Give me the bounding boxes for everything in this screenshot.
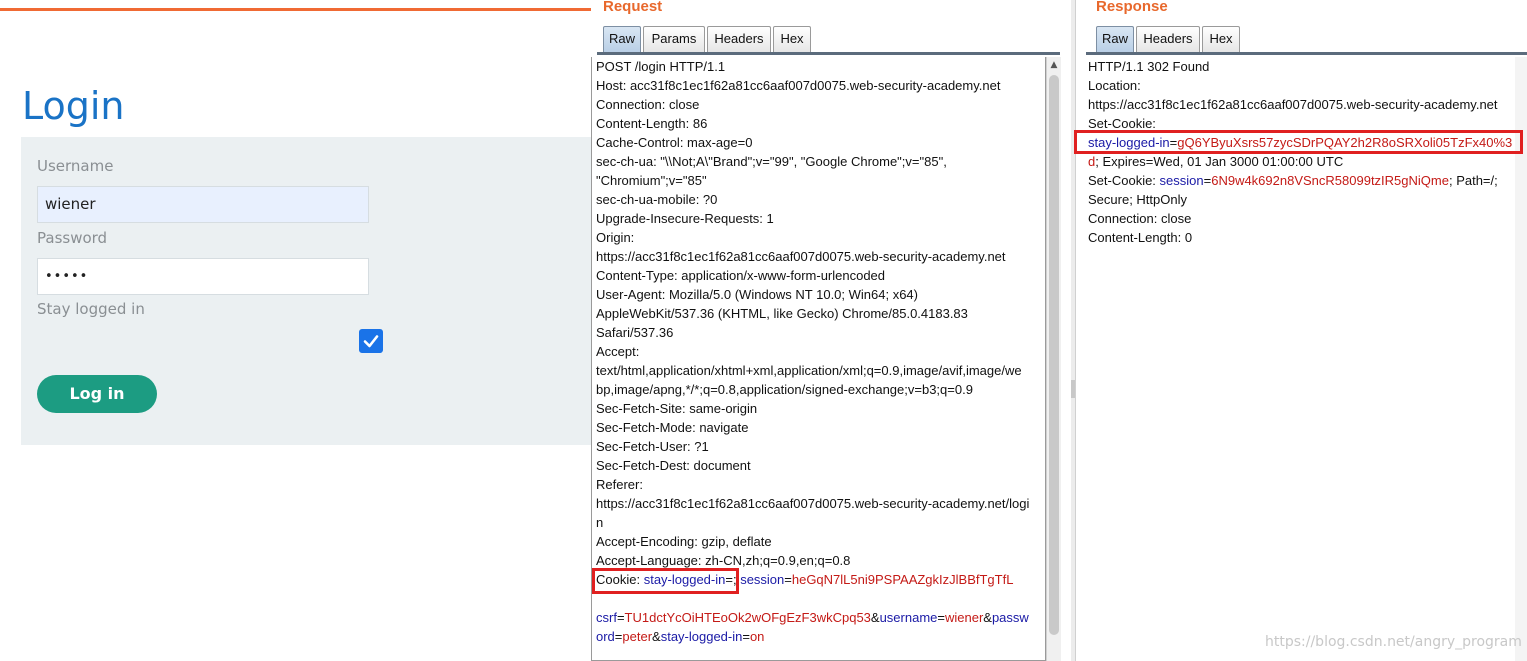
check-icon xyxy=(363,335,379,348)
request-line: https://acc31f8c1ec1f62a81cc6aaf007d0075… xyxy=(596,496,1030,511)
response-title: Response xyxy=(1096,0,1168,15)
request-line: Referer: xyxy=(596,477,643,492)
request-line: sec-ch-ua-mobile: ?0 xyxy=(596,192,718,207)
stay-logged-in-label: Stay logged in xyxy=(37,300,145,318)
response-tab-headers[interactable]: Headers xyxy=(1136,26,1200,52)
request-line: User-Agent: Mozilla/5.0 (Windows NT 10.0… xyxy=(596,287,918,302)
request-line: AppleWebKit/537.36 (KHTML, like Gecko) C… xyxy=(596,306,968,321)
log-in-button[interactable]: Log in xyxy=(37,375,157,413)
request-line: sec-ch-ua: "\\Not;A\"Brand";v="99", "Goo… xyxy=(596,154,947,169)
request-line: bp,image/apng,*/*;q=0.8,application/sign… xyxy=(596,382,973,397)
request-line: Cache-Control: max-age=0 xyxy=(596,135,753,150)
request-line: Upgrade-Insecure-Requests: 1 xyxy=(596,211,774,226)
request-line: Accept: xyxy=(596,344,640,359)
watermark: https://blog.csdn.net/angry_program xyxy=(1265,634,1522,650)
request-line: Safari/537.36 xyxy=(596,325,674,340)
request-line: https://acc31f8c1ec1f62a81cc6aaf007d0075… xyxy=(596,249,1006,264)
response-line: Content-Length: 0 xyxy=(1088,230,1193,245)
request-line: "Chromium";v="85" xyxy=(596,173,707,188)
response-set-cookie-session: Set-Cookie: session=6N9w4k692n8VSncR5809… xyxy=(1088,173,1498,188)
response-tab-hex[interactable]: Hex xyxy=(1202,26,1240,52)
request-line: Origin: xyxy=(596,230,635,245)
request-scroll-thumb[interactable] xyxy=(1049,75,1059,635)
username-input[interactable]: wiener xyxy=(37,186,369,223)
request-line: Accept-Encoding: gzip, deflate xyxy=(596,534,772,549)
request-line: POST /login HTTP/1.1 xyxy=(596,59,726,74)
request-line: Connection: close xyxy=(596,97,700,112)
request-scrollbar[interactable]: ▲ xyxy=(1046,57,1061,661)
request-line: Sec-Fetch-User: ?1 xyxy=(596,439,709,454)
stay-logged-in-checkbox[interactable] xyxy=(359,329,383,353)
response-line: Connection: close xyxy=(1088,211,1192,226)
request-body-line: csrf=TU1dctYcOiHTEoOk2wOFgEzF3wkCpq53&us… xyxy=(596,610,1029,625)
request-line: Sec-Fetch-Site: same-origin xyxy=(596,401,758,416)
login-form: Username wiener Password ••••• Stay logg… xyxy=(21,137,595,445)
request-tab-params[interactable]: Params xyxy=(643,26,705,52)
page-title: Login xyxy=(22,84,125,128)
request-body-line: ord=peter&stay-logged-in=on xyxy=(596,629,765,644)
response-tabs-underline xyxy=(1086,52,1527,55)
request-title: Request xyxy=(603,0,663,15)
page-top-accent-line xyxy=(0,8,595,11)
response-line: Secure; HttpOnly xyxy=(1088,192,1187,207)
request-line: text/html,application/xhtml+xml,applicat… xyxy=(596,363,1022,378)
password-label: Password xyxy=(37,229,108,247)
password-input[interactable]: ••••• xyxy=(37,258,369,295)
username-label: Username xyxy=(37,157,114,175)
request-line: Sec-Fetch-Dest: document xyxy=(596,458,751,473)
request-line: Sec-Fetch-Mode: navigate xyxy=(596,420,749,435)
request-tab-hex[interactable]: Hex xyxy=(773,26,811,52)
request-tabs-underline xyxy=(597,52,1060,55)
request-line: n xyxy=(596,515,604,530)
request-line: Content-Type: application/x-www-form-url… xyxy=(596,268,886,283)
request-tab-raw[interactable]: Raw xyxy=(603,26,641,52)
scroll-up-arrow-icon[interactable]: ▲ xyxy=(1047,57,1061,73)
request-line: Content-Length: 86 xyxy=(596,116,708,131)
response-line: d; Expires=Wed, 01 Jan 3000 01:00:00 UTC xyxy=(1088,154,1344,169)
highlight-box-request-cookie xyxy=(592,568,739,594)
request-tab-headers[interactable]: Headers xyxy=(707,26,771,52)
highlight-box-response-cookie xyxy=(1074,130,1523,154)
request-line: Host: acc31f8c1ec1f62a81cc6aaf007d0075.w… xyxy=(596,78,1001,93)
response-tab-raw[interactable]: Raw xyxy=(1096,26,1134,52)
response-line: https://acc31f8c1ec1f62a81cc6aaf007d0075… xyxy=(1088,97,1498,112)
response-line: Location: xyxy=(1088,78,1141,93)
response-line: HTTP/1.1 302 Found xyxy=(1088,59,1210,74)
